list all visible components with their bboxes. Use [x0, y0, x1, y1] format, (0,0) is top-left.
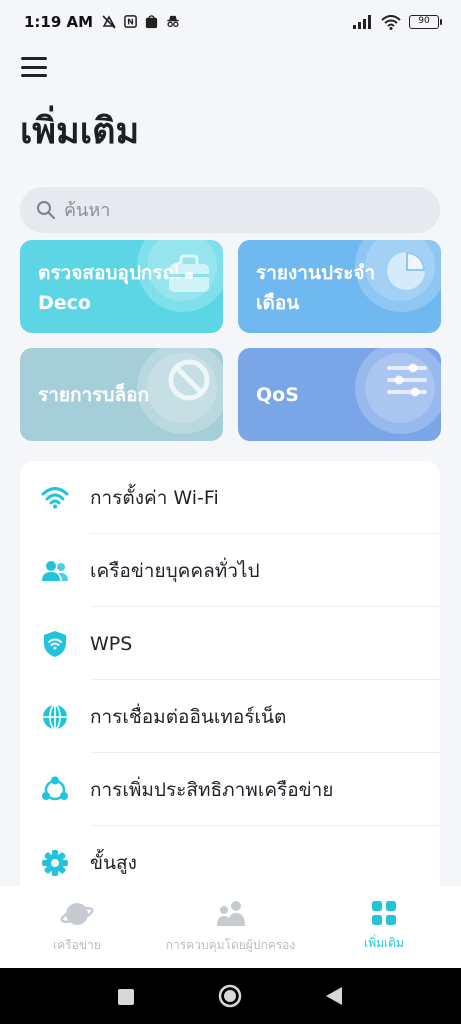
list-item-label: การเพิ่มประสิทธิภาพเครือข่าย	[90, 778, 334, 801]
list-item-internet-connection[interactable]: การเชื่อมต่ออินเทอร์เน็ต	[20, 680, 440, 753]
toolbox-icon	[169, 254, 209, 292]
list-item-guest-network[interactable]: เครือข่ายบุคคลทั่วไป	[20, 534, 440, 607]
incognito-icon	[167, 15, 179, 28]
system-navigation-bar	[0, 968, 461, 1024]
nav-tab-more[interactable]: เพิ่มเติม	[307, 886, 461, 968]
notification-icons	[101, 14, 181, 30]
search-input[interactable]	[64, 199, 424, 221]
globe-icon	[41, 703, 69, 731]
list-item-label: WPS	[90, 632, 133, 655]
search-bar[interactable]	[20, 187, 440, 233]
guests-icon	[41, 557, 69, 585]
page-title: เพิ่มเติม	[20, 111, 140, 152]
tile-block-list[interactable]: รายการบล็อก	[20, 348, 223, 441]
status-right: 90	[353, 14, 442, 30]
wifi-status-icon	[381, 14, 401, 30]
nfc-icon	[124, 15, 137, 28]
nav-label: เพิ่มเติม	[364, 936, 404, 950]
block-icon	[168, 359, 210, 401]
wps-shield-icon	[41, 630, 69, 658]
planet-icon	[60, 903, 94, 925]
list-item-label: การตั้งค่า Wi-Fi	[90, 486, 219, 509]
grid-icon	[372, 901, 396, 925]
wifi-icon	[41, 484, 69, 512]
status-bar: 1:19 AM 90	[0, 0, 461, 44]
list-item-network-optimization[interactable]: การเพิ่มประสิทธิภาพเครือข่าย	[20, 753, 440, 826]
signal-icon	[353, 15, 371, 29]
shop-icon	[145, 15, 158, 29]
menu-line-icon	[21, 74, 47, 77]
nav-tab-network[interactable]: เครือข่าย	[0, 886, 154, 968]
list-item-label: ขั้นสูง	[90, 851, 137, 874]
list-item-label: การเชื่อมต่ออินเทอร์เน็ต	[90, 705, 287, 728]
family-icon	[216, 901, 245, 926]
list-item-label: เครือข่ายบุคคลทั่วไป	[90, 559, 260, 582]
nav-label: เครือข่าย	[53, 938, 101, 952]
nav-tab-parental-controls[interactable]: การควบคุมโดยผู้ปกครอง	[154, 886, 307, 968]
status-left: 1:19 AM	[24, 13, 181, 31]
network-optimize-icon	[41, 776, 69, 804]
search-icon	[37, 201, 56, 220]
menu-line-icon	[21, 65, 47, 69]
recents-button[interactable]	[117, 988, 135, 1006]
hamburger-menu-button[interactable]	[20, 54, 48, 80]
back-button[interactable]	[325, 986, 343, 1006]
sliders-icon	[387, 363, 427, 397]
list-item-wps[interactable]: WPS	[20, 607, 440, 680]
menu-line-icon	[21, 57, 47, 60]
home-button[interactable]	[218, 984, 242, 1008]
battery-indicator: 90	[409, 15, 442, 29]
nav-label: การควบคุมโดยผู้ปกครอง	[165, 938, 296, 952]
tile-qos[interactable]: QoS	[238, 348, 441, 441]
settings-list: การตั้งค่า Wi-Fi เครือข่ายบุคคลทั่วไป WP…	[20, 461, 440, 901]
gear-icon	[41, 849, 69, 877]
status-time: 1:19 AM	[24, 13, 94, 31]
pie-chart-icon	[387, 252, 425, 290]
tile-check-deco-devices[interactable]: ตรวจสอบอุปกรณ์ Deco	[20, 240, 223, 333]
list-item-wifi-settings[interactable]: การตั้งค่า Wi-Fi	[20, 461, 440, 534]
bottom-navigation: เครือข่าย การควบคุมโดยผู้ปกครอง เพิ่มเติ…	[0, 886, 461, 968]
mute-alarm-icon	[102, 15, 116, 29]
tile-monthly-report[interactable]: รายงานประจำเดือน	[238, 240, 441, 333]
